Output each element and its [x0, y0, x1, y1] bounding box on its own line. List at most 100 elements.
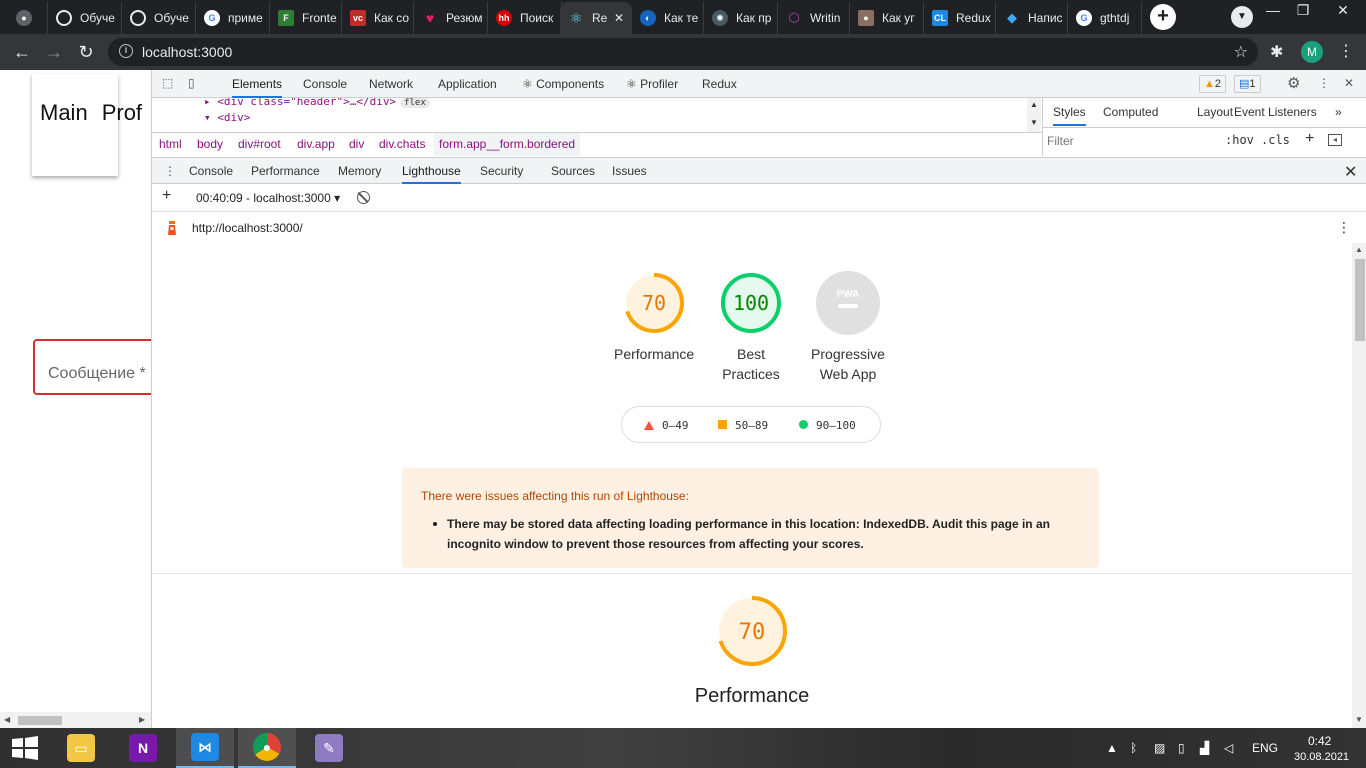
gauge-pwa[interactable]: PWA Progressive Web App	[798, 270, 898, 384]
scrollbar-thumb[interactable]	[1355, 259, 1365, 341]
tab-event-listeners[interactable]: Event Listeners	[1234, 98, 1317, 126]
browser-tab-6[interactable]: vc Как со	[342, 2, 414, 34]
drawer-menu-icon[interactable]: ⋮	[164, 164, 176, 178]
tab-redux[interactable]: Redux	[702, 70, 737, 98]
drawer-tab-console[interactable]: Console	[189, 158, 233, 184]
tab-styles[interactable]: Styles	[1053, 98, 1086, 126]
hov-toggle[interactable]: :hov	[1225, 133, 1254, 147]
crumb-form[interactable]: form.app__form.bordered	[434, 133, 581, 156]
crumb-div[interactable]: div	[349, 133, 364, 156]
browser-menu-icon[interactable]: ⋮	[1338, 41, 1354, 61]
drawer-tab-sources[interactable]: Sources	[551, 158, 595, 184]
reload-icon[interactable]: ↻	[74, 40, 98, 64]
minimize-icon[interactable]: —	[1258, 2, 1288, 18]
elements-scrollbar[interactable]: ▲ ▼	[1027, 98, 1041, 132]
clock-time[interactable]: 0:42	[1308, 734, 1331, 748]
browser-tab-15[interactable]: ◆ Напис	[996, 2, 1068, 34]
toggle-sidebar-icon[interactable]: ◂	[1328, 134, 1342, 146]
new-report-icon[interactable]: +	[162, 187, 171, 205]
scroll-up-icon[interactable]: ▲	[1030, 100, 1038, 109]
browser-tab-11[interactable]: ✺ Как пр	[704, 2, 778, 34]
gauge-best-practices[interactable]: 100 Best Practices	[711, 270, 791, 384]
taskbar-vscode[interactable]: ⋈	[176, 728, 234, 768]
browser-tab-8[interactable]: hh Поиск	[488, 2, 562, 34]
forward-icon[interactable]: →	[42, 40, 66, 64]
crumb-div-app[interactable]: div.app	[297, 133, 335, 156]
tab-computed[interactable]: Computed	[1103, 98, 1158, 126]
close-tab-icon[interactable]: ✕	[614, 11, 624, 25]
devtools-menu-icon[interactable]: ⋮	[1318, 76, 1332, 90]
drawer-tab-security[interactable]: Security	[480, 158, 523, 184]
browser-tab-active[interactable]: ⚛ Re ✕	[560, 2, 632, 34]
messages-badge[interactable]: ▤1	[1234, 75, 1261, 93]
scroll-up-icon[interactable]: ▲	[1355, 245, 1363, 254]
input-language[interactable]: ENG	[1252, 741, 1278, 755]
browser-tab-1[interactable]: ●	[8, 2, 48, 34]
clear-reports-icon[interactable]	[357, 191, 370, 204]
inspect-element-icon[interactable]: ⬚	[162, 76, 176, 90]
address-url[interactable]: localhost:3000	[142, 44, 232, 60]
signal-icon[interactable]: ▟	[1200, 741, 1209, 755]
browser-tab-4[interactable]: G приме	[196, 2, 270, 34]
address-bar[interactable]: i localhost:3000 ☆	[108, 38, 1258, 66]
browser-tab-7[interactable]: ♥ Резюм	[414, 2, 488, 34]
drawer-tab-memory[interactable]: Memory	[338, 158, 381, 184]
device-toolbar-icon[interactable]: ▯	[188, 76, 202, 90]
scroll-left-icon[interactable]: ◀	[4, 715, 10, 724]
extensions-icon[interactable]: ✱	[1270, 42, 1283, 62]
tab-elements[interactable]: Elements	[232, 70, 283, 98]
message-input[interactable]: Сообщение *	[33, 339, 151, 395]
crumb-div-chats[interactable]: div.chats	[379, 133, 425, 156]
browser-tab-2[interactable]: Обуче	[48, 2, 122, 34]
browser-tab-3[interactable]: Обуче	[122, 2, 196, 34]
scroll-down-icon[interactable]: ▼	[1355, 715, 1363, 724]
drawer-tab-lighthouse[interactable]: Lighthouse	[402, 158, 461, 184]
taskbar-onenote[interactable]: N	[114, 728, 172, 768]
drawer-tab-performance[interactable]: Performance	[251, 158, 320, 184]
cls-toggle[interactable]: .cls	[1261, 133, 1290, 147]
more-tabs-icon[interactable]: »	[1335, 98, 1342, 126]
page-horizontal-scrollbar[interactable]: ◀ ▶	[0, 712, 151, 728]
taskbar-chrome[interactable]: ●	[238, 728, 296, 768]
performance-section-gauge[interactable]: 70 Performance	[672, 593, 832, 708]
new-rule-icon[interactable]: +	[1305, 130, 1314, 148]
close-devtools-icon[interactable]: ✕	[1344, 76, 1358, 90]
bluetooth-icon[interactable]: ᛒ	[1130, 741, 1137, 755]
windows-start-icon[interactable]	[10, 736, 40, 760]
tab-application[interactable]: Application	[438, 70, 497, 98]
close-window-icon[interactable]: ✕	[1328, 2, 1358, 19]
browser-tab-16[interactable]: G gthtdj	[1068, 2, 1142, 34]
gauge-performance[interactable]: 70 Performance	[614, 270, 694, 364]
back-icon[interactable]: ←	[10, 40, 34, 64]
clock-date[interactable]: 30.08.2021	[1294, 751, 1349, 763]
battery-icon[interactable]: ▯	[1178, 741, 1185, 755]
warnings-badge[interactable]: ▲2	[1199, 75, 1227, 93]
close-drawer-icon[interactable]: ✕	[1344, 162, 1357, 182]
report-select[interactable]: 00:40:09 - localhost:3000 ▾	[196, 191, 340, 205]
report-scrollbar[interactable]: ▲ ▼	[1352, 243, 1366, 728]
browser-tab-12[interactable]: ⬡ Writin	[778, 2, 850, 34]
dom-node-header[interactable]: ▸ <div class="header">…</div> flex	[204, 98, 430, 108]
nav-link-profile[interactable]: Prof	[102, 100, 142, 125]
browser-tab-5[interactable]: F Fronte	[270, 2, 342, 34]
bookmark-star-icon[interactable]: ☆	[1234, 42, 1248, 62]
info-icon[interactable]: i	[119, 44, 133, 58]
scroll-down-icon[interactable]: ▼	[1030, 118, 1038, 127]
network-alert-icon[interactable]: ▨	[1154, 741, 1165, 755]
crumb-body[interactable]: body	[197, 133, 223, 156]
scroll-right-icon[interactable]: ▶	[139, 715, 145, 724]
tab-network[interactable]: Network	[369, 70, 413, 98]
profile-avatar[interactable]: M	[1301, 41, 1323, 63]
browser-tab-10[interactable]: ◐ Как те	[632, 2, 704, 34]
taskbar-paint[interactable]: ✎	[300, 728, 358, 768]
settings-gear-icon[interactable]: ⚙	[1287, 74, 1301, 92]
taskbar-file-explorer[interactable]: ▭	[52, 728, 110, 768]
tab-console[interactable]: Console	[303, 70, 347, 98]
flex-badge[interactable]: flex	[400, 98, 430, 108]
show-hidden-icons[interactable]: ▲	[1106, 741, 1118, 755]
tab-profiler[interactable]: ⚛ Profiler	[626, 70, 678, 98]
crumb-div-root[interactable]: div#root	[238, 133, 281, 156]
tab-components[interactable]: ⚛ Components	[522, 70, 604, 98]
tab-search-icon[interactable]: ▼	[1231, 6, 1253, 28]
new-tab-button[interactable]: +	[1150, 4, 1176, 30]
